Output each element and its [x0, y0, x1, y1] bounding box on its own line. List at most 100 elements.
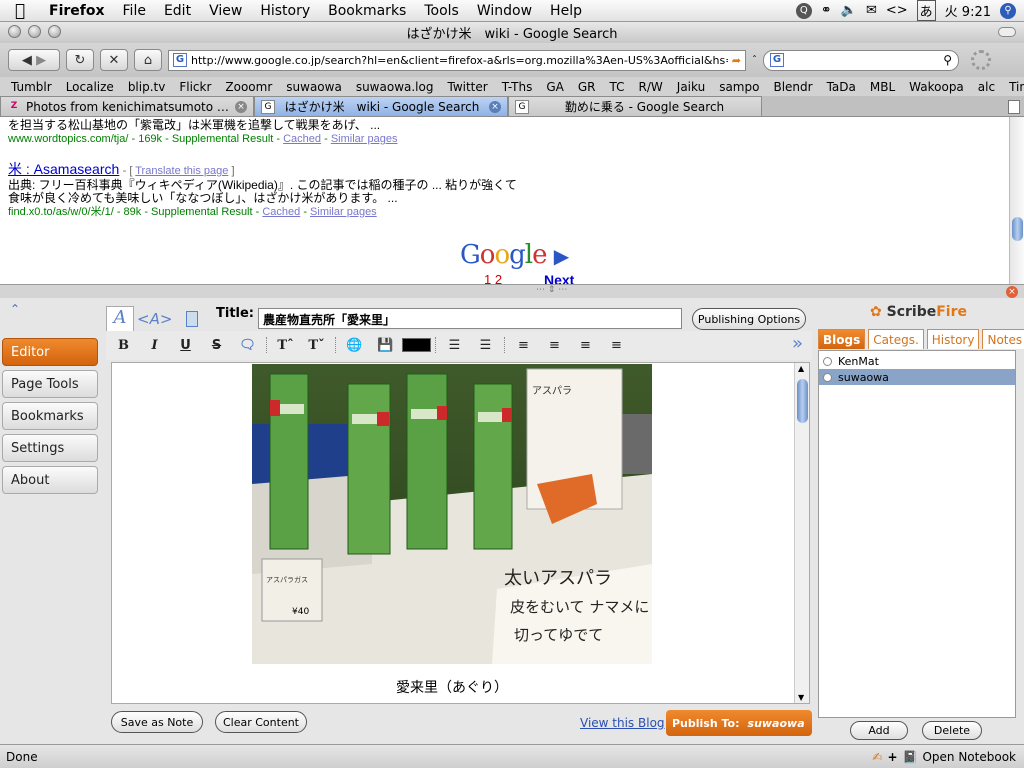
- editor-scrollbar[interactable]: ▲ ▼: [794, 363, 809, 703]
- tab-blogs[interactable]: Blogs: [818, 329, 866, 349]
- bookmark-item[interactable]: Twitter: [440, 80, 494, 94]
- blog-item-kenmat[interactable]: KenMat: [819, 353, 1015, 369]
- bookmark-item[interactable]: sampo: [712, 80, 766, 94]
- bookmark-item[interactable]: Blendr: [766, 80, 819, 94]
- tab-notes[interactable]: Notes: [982, 329, 1024, 349]
- toolbar-toggle-button[interactable]: [998, 27, 1016, 37]
- pager-pages[interactable]: 1 2: [484, 272, 502, 284]
- tab-history[interactable]: History: [926, 329, 980, 349]
- bold-button[interactable]: B: [108, 335, 139, 355]
- bookmark-item[interactable]: TC: [603, 80, 632, 94]
- bookmark-item[interactable]: T-Ths: [495, 80, 540, 94]
- reload-button[interactable]: ↻: [66, 49, 94, 71]
- minimize-window-icon[interactable]: [28, 25, 41, 38]
- bookmark-item[interactable]: Zooomr: [218, 80, 279, 94]
- bookmark-item[interactable]: Wakoopa: [902, 80, 971, 94]
- menu-tools[interactable]: Tools: [415, 3, 468, 19]
- menu-help[interactable]: Help: [541, 3, 591, 19]
- blog-item-suwaowa[interactable]: suwaowa: [819, 369, 1015, 385]
- nav-about[interactable]: About: [2, 466, 98, 494]
- clock[interactable]: 火 9:21: [945, 1, 991, 20]
- menu-bookmarks[interactable]: Bookmarks: [319, 3, 415, 19]
- search-field[interactable]: G ⚲: [763, 49, 959, 71]
- add-icon[interactable]: +: [887, 750, 897, 764]
- splitter-grip-icon[interactable]: ⋯ ⇕ ⋯: [536, 285, 567, 295]
- tab-categories[interactable]: Categs.: [868, 329, 924, 349]
- justify-icon[interactable]: ≡: [601, 335, 632, 355]
- mail-icon[interactable]: ✉: [866, 3, 877, 18]
- insert-link-icon[interactable]: 🌐: [339, 335, 370, 355]
- save-as-note-button[interactable]: Save as Note: [111, 711, 203, 733]
- align-right-icon[interactable]: ≡: [570, 335, 601, 355]
- bookmark-item[interactable]: Flickr: [172, 80, 218, 94]
- code-icon[interactable]: <>: [886, 3, 908, 18]
- nav-settings[interactable]: Settings: [2, 434, 98, 462]
- similar-pages-link[interactable]: Similar pages: [331, 133, 398, 145]
- bookmark-item[interactable]: GR: [571, 80, 603, 94]
- stop-button[interactable]: ✕: [100, 49, 128, 71]
- new-tab-button[interactable]: [1008, 100, 1020, 114]
- unordered-list-icon[interactable]: ☰: [470, 335, 501, 355]
- tab-tsutome-search[interactable]: G 勤めに乗る - Google Search: [508, 96, 762, 116]
- scribefire-status-icon[interactable]: ✍: [872, 750, 882, 764]
- bookmark-item[interactable]: Tumblr: [4, 80, 59, 94]
- italic-button[interactable]: I: [139, 335, 170, 355]
- bookmark-item[interactable]: blip.tv: [121, 80, 173, 94]
- underline-button[interactable]: U: [170, 335, 201, 355]
- input-mode-indicator[interactable]: あ: [916, 0, 936, 21]
- apple-icon[interactable]: : [0, 1, 40, 21]
- publishing-options-button[interactable]: Publishing Options: [692, 308, 806, 330]
- notebook-icon[interactable]: 📓: [903, 750, 918, 764]
- bookmark-item[interactable]: R/W: [632, 80, 670, 94]
- spotlight-search-icon[interactable]: ⚲: [1000, 2, 1016, 19]
- clear-content-button[interactable]: Clear Content: [215, 711, 307, 733]
- post-editor[interactable]: アスパラガス ¥40 太いアスパラ 皮をむいて ナマメに 切ってゆでて アスパラ…: [111, 362, 810, 704]
- tab-close-icon[interactable]: ×: [235, 100, 247, 113]
- similar-pages-link[interactable]: Similar pages: [310, 206, 377, 218]
- menu-history[interactable]: History: [251, 3, 319, 19]
- align-center-icon[interactable]: ≡: [539, 335, 570, 355]
- url-bar[interactable]: G http://www.google.co.jp/search?hl=en&c…: [168, 49, 746, 71]
- scrollbar-thumb[interactable]: [1012, 217, 1023, 241]
- html-mode-tab[interactable]: <A>: [137, 310, 172, 328]
- publish-to-button[interactable]: Publish To: suwaowa: [666, 710, 812, 736]
- url-text[interactable]: http://www.google.co.jp/search?hl=en&cli…: [191, 54, 728, 67]
- zoom-window-icon[interactable]: [48, 25, 61, 38]
- tab-close-icon[interactable]: ×: [489, 100, 501, 113]
- delete-blog-button[interactable]: Delete: [922, 721, 982, 740]
- bookmark-item[interactable]: MBL: [863, 80, 902, 94]
- volume-icon[interactable]: 🔈: [841, 3, 857, 18]
- tab-hazakake-search[interactable]: G はざかけ米 wiki - Google Search ×: [254, 96, 508, 116]
- result-title-link[interactable]: 米 : Asamasearch: [8, 161, 119, 177]
- page-scrollbar[interactable]: [1009, 117, 1024, 284]
- nav-page-tools[interactable]: Page Tools: [2, 370, 98, 398]
- rich-text-mode-tab[interactable]: A: [106, 306, 134, 332]
- strikethrough-button[interactable]: S: [201, 335, 232, 355]
- close-window-icon[interactable]: [8, 25, 21, 38]
- bookmark-item[interactable]: suwaowa: [279, 80, 349, 94]
- tab-zooomr[interactable]: Z Photos from kenichimatsumoto | Zoo... …: [0, 96, 254, 116]
- nav-bookmarks[interactable]: Bookmarks: [2, 402, 98, 430]
- next-arrow-icon[interactable]: ▶: [554, 244, 569, 268]
- cached-link[interactable]: Cached: [283, 133, 321, 145]
- editor-scrollbar-thumb[interactable]: [797, 379, 808, 423]
- nav-editor[interactable]: Editor: [2, 338, 98, 366]
- bookmark-item[interactable]: Localize: [59, 80, 121, 94]
- forward-arrow-icon[interactable]: ▶: [36, 53, 46, 68]
- expand-sidebar-icon[interactable]: »: [792, 333, 803, 354]
- bookmark-item[interactable]: suwaowa.log: [349, 80, 441, 94]
- bookmark-item[interactable]: Jaiku: [670, 80, 712, 94]
- menu-file[interactable]: File: [114, 3, 155, 19]
- ordered-list-icon[interactable]: ☰: [439, 335, 470, 355]
- insert-image-icon[interactable]: 💾: [370, 335, 401, 355]
- search-engine-google-icon[interactable]: G: [770, 53, 784, 67]
- bookmark-item[interactable]: TaDa: [820, 80, 863, 94]
- add-blog-button[interactable]: Add: [850, 721, 908, 740]
- go-arrow-icon[interactable]: ➦: [732, 54, 741, 67]
- pager-next-link[interactable]: Next: [544, 272, 574, 284]
- view-blog-link[interactable]: View this Blog: [580, 716, 665, 730]
- font-size-up-button[interactable]: Tˆ: [270, 335, 301, 355]
- bookmark-item[interactable]: Tiny: [1002, 80, 1024, 94]
- link-icon[interactable]: ⚭: [821, 3, 832, 18]
- bookmark-item[interactable]: GA: [539, 80, 571, 94]
